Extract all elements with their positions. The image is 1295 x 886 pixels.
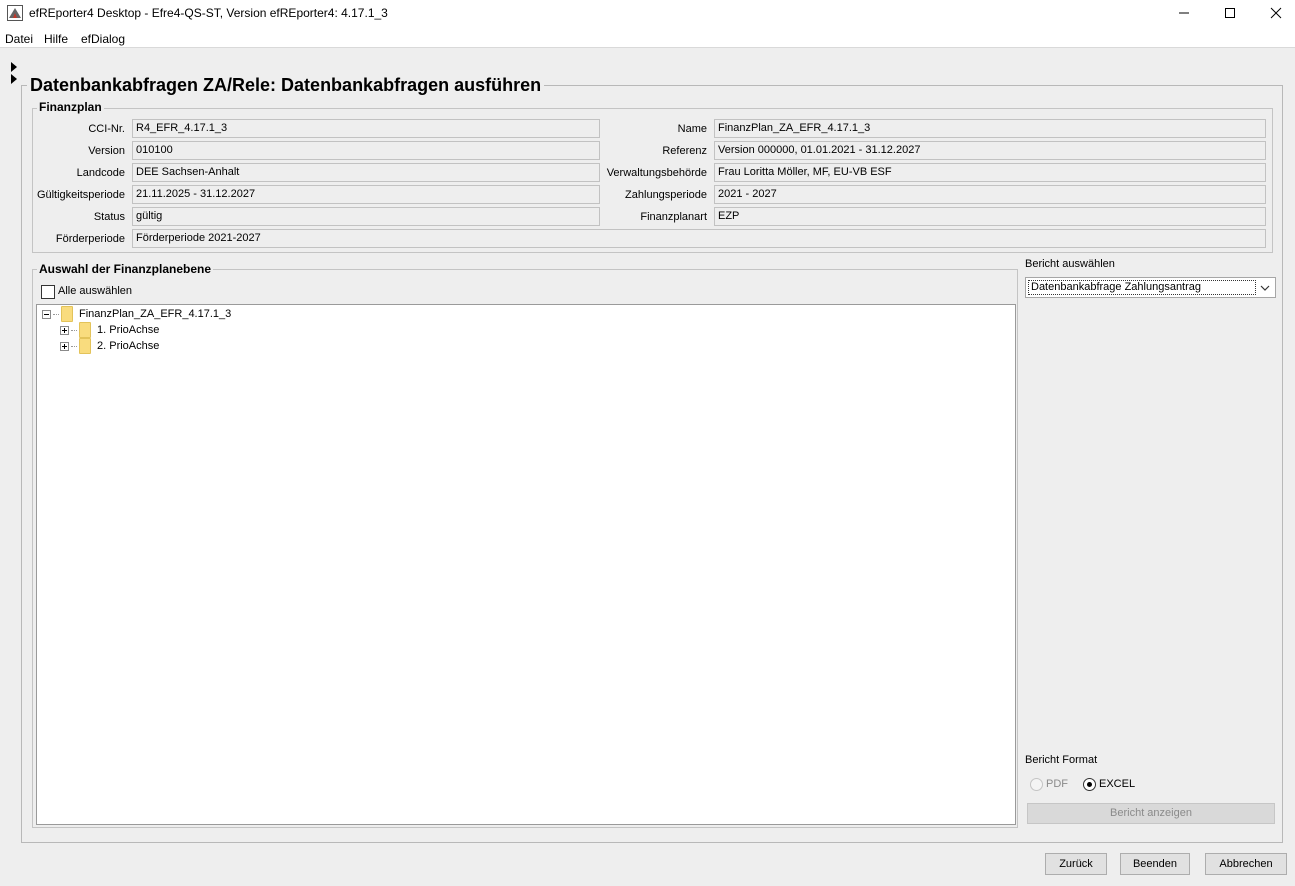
collapse-strip[interactable]: [0, 48, 20, 838]
folder-icon: [79, 338, 91, 354]
select-all-checkbox[interactable]: [41, 285, 55, 299]
tree-connector: [71, 329, 77, 331]
pdf-radio-label: PDF: [1046, 778, 1068, 790]
tree-child-row[interactable]: 1. PrioAchse: [60, 322, 159, 338]
verwaltungsbehoerde-field[interactable]: Frau Loritta Möller, MF, EU-VB ESF: [714, 163, 1266, 182]
cci-field[interactable]: R4_EFR_4.17.1_3: [132, 119, 600, 138]
status-field[interactable]: gültig: [132, 207, 600, 226]
collapse-icon[interactable]: [42, 309, 51, 319]
verwaltungsbehoerde-label: Verwaltungsbehörde: [606, 167, 707, 179]
tree-root-row[interactable]: FinanzPlan_ZA_EFR_4.17.1_3: [42, 306, 231, 322]
finanzplanart-field[interactable]: EZP: [714, 207, 1266, 226]
title-bar: efREporter4 Desktop - Efre4-QS-ST, Versi…: [0, 0, 1295, 26]
expand-arrow-icon[interactable]: [11, 62, 17, 72]
folder-icon: [61, 306, 73, 322]
landcode-label: Landcode: [76, 167, 125, 179]
expand-icon[interactable]: [60, 325, 69, 335]
tree-child-label[interactable]: 2. PrioAchse: [97, 340, 159, 352]
name-label: Name: [677, 123, 707, 135]
expand-icon[interactable]: [60, 341, 69, 351]
zahlungsperiode-label: Zahlungsperiode: [625, 189, 707, 201]
show-report-button[interactable]: Bericht anzeigen: [1027, 803, 1275, 824]
menu-hilfe[interactable]: Hilfe: [44, 32, 68, 46]
landcode-field[interactable]: DEE Sachsen-Anhalt: [132, 163, 600, 182]
referenz-label: Referenz: [662, 145, 707, 157]
referenz-field[interactable]: Version 000000, 01.01.2021 - 31.12.2027: [714, 141, 1266, 160]
zahlungsperiode-field[interactable]: 2021 - 2027: [714, 185, 1266, 204]
chevron-down-icon[interactable]: [1259, 282, 1271, 294]
tree-root-label[interactable]: FinanzPlan_ZA_EFR_4.17.1_3: [79, 308, 231, 320]
report-select-label: Bericht auswählen: [1025, 258, 1115, 270]
cci-label: CCI-Nr.: [88, 123, 125, 135]
minimize-icon: [1179, 12, 1189, 14]
pdf-radio[interactable]: [1030, 778, 1043, 791]
menu-bar: Datei Hilfe efDialog: [0, 29, 1295, 49]
tree-child-label[interactable]: 1. PrioAchse: [97, 324, 159, 336]
app-logo-icon: [7, 5, 23, 21]
back-button[interactable]: Zurück: [1045, 853, 1107, 875]
version-field[interactable]: 010100: [132, 141, 600, 160]
finanzplan-group-title: Finanzplan: [37, 100, 104, 114]
cancel-button[interactable]: Abbrechen: [1205, 853, 1287, 875]
close-icon: [1270, 7, 1282, 19]
maximize-button[interactable]: [1207, 0, 1253, 26]
finish-button[interactable]: Beenden: [1120, 853, 1190, 875]
client-area: Datenbankabfragen ZA/Rele: Datenbankabfr…: [0, 48, 1295, 886]
finanzplan-tree[interactable]: FinanzPlan_ZA_EFR_4.17.1_3 1. PrioAchse …: [36, 304, 1016, 825]
close-button[interactable]: [1253, 0, 1295, 26]
window-title: efREporter4 Desktop - Efre4-QS-ST, Versi…: [29, 6, 388, 20]
tree-connector: [53, 313, 59, 315]
folder-icon: [79, 322, 91, 338]
report-select[interactable]: Datenbankabfrage Zahlungsantrag: [1025, 277, 1276, 298]
gueltigkeit-label: Gültigkeitsperiode: [36, 189, 125, 201]
menu-efdialog[interactable]: efDialog: [81, 32, 125, 46]
excel-radio-label: EXCEL: [1099, 778, 1136, 790]
collapse-arrow-icon[interactable]: [11, 74, 17, 84]
foerderperiode-field[interactable]: Förderperiode 2021-2027: [132, 229, 1266, 248]
excel-radio[interactable]: [1083, 778, 1096, 791]
foerderperiode-label: Förderperiode: [55, 233, 125, 245]
select-all-label[interactable]: Alle auswählen: [58, 285, 132, 297]
status-label: Status: [93, 211, 125, 223]
finanzplanart-label: Finanzplanart: [640, 211, 707, 223]
tree-child-row[interactable]: 2. PrioAchse: [60, 338, 159, 354]
auswahl-group-title: Auswahl der Finanzplanebene: [37, 262, 214, 276]
report-select-value[interactable]: Datenbankabfrage Zahlungsantrag: [1028, 280, 1256, 295]
name-field[interactable]: FinanzPlan_ZA_EFR_4.17.1_3: [714, 119, 1266, 138]
report-format-label: Bericht Format: [1025, 754, 1098, 766]
maximize-icon: [1225, 8, 1235, 18]
gueltigkeit-field[interactable]: 21.11.2025 - 31.12.2027: [132, 185, 600, 204]
menu-datei[interactable]: Datei: [5, 32, 33, 46]
page-title: Datenbankabfragen ZA/Rele: Datenbankabfr…: [27, 75, 545, 96]
version-label: Version: [88, 145, 125, 157]
tree-connector: [71, 345, 77, 347]
minimize-button[interactable]: [1161, 0, 1207, 26]
